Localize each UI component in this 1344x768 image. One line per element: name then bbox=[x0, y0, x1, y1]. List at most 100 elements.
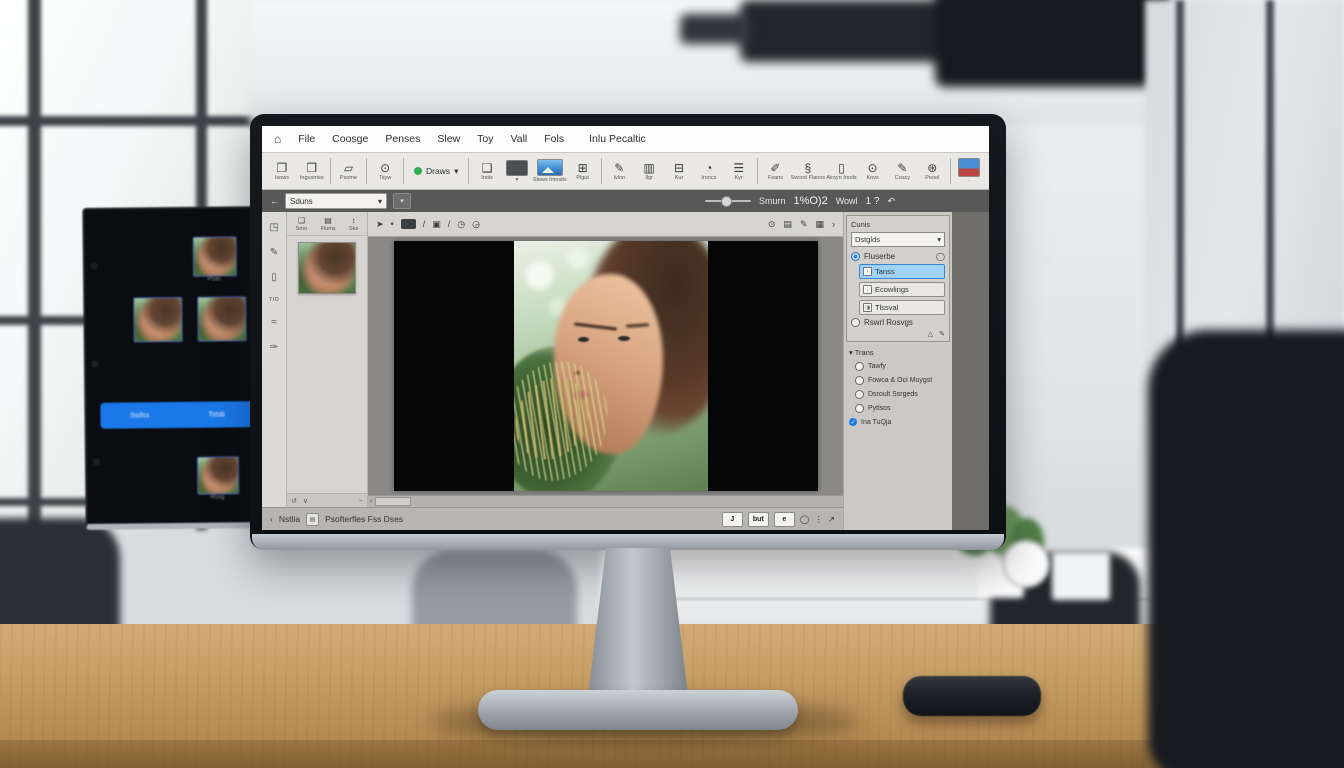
rotate-left-icon[interactable]: ◷ bbox=[457, 219, 465, 230]
back-arrow-icon[interactable]: ← bbox=[270, 196, 279, 206]
side-display-icon[interactable]: ▤ bbox=[92, 360, 99, 368]
document-thumbnail[interactable] bbox=[298, 242, 356, 294]
edit-doc-button[interactable]: ✎ Ivloo bbox=[605, 162, 633, 181]
radio-icon[interactable] bbox=[855, 404, 864, 413]
preset-button-1[interactable]: › Tanss bbox=[859, 264, 945, 279]
side-display-icon[interactable]: ▤ bbox=[91, 262, 98, 270]
layout-button[interactable]: ⊞ Plgut bbox=[569, 162, 597, 181]
wheel-button[interactable]: ⊛ Peool bbox=[918, 162, 946, 181]
status-button-1[interactable]: J bbox=[722, 512, 743, 527]
option-radio-row[interactable]: Pytlsos bbox=[855, 404, 947, 413]
asset-thumbnail[interactable] bbox=[193, 236, 237, 276]
folder-button[interactable]: ▱ Psome bbox=[335, 162, 363, 181]
menu-item[interactable]: Fols bbox=[544, 133, 564, 145]
mode-dropdown[interactable]: Draws ▾ bbox=[408, 166, 464, 177]
gauge-button[interactable]: ◔ Ironcs bbox=[695, 162, 723, 181]
show-images-button[interactable]: Slews Imosits bbox=[533, 159, 567, 183]
zoom-slider[interactable] bbox=[705, 200, 751, 202]
asset-thumbnail[interactable] bbox=[197, 456, 239, 494]
status-button-3[interactable]: e bbox=[774, 512, 795, 527]
radio-icon[interactable] bbox=[855, 376, 864, 385]
radio-icon[interactable] bbox=[855, 362, 864, 371]
edit-icon[interactable]: ✎ bbox=[939, 330, 945, 338]
selection-bar-label[interactable]: Ssdss bbox=[130, 412, 149, 419]
reset-radio[interactable] bbox=[851, 318, 860, 327]
expand-icon[interactable]: ↗ bbox=[828, 514, 835, 525]
status-tab-label[interactable]: Nstlia bbox=[279, 514, 300, 524]
menu-item[interactable]: Penses bbox=[385, 133, 420, 145]
presets-radio[interactable] bbox=[851, 252, 860, 261]
scroll-left-icon[interactable]: ‹ bbox=[370, 498, 372, 505]
option-radio-row[interactable]: Dsroult Ssrgeds bbox=[855, 390, 947, 399]
zoom-tool-button[interactable]: ⊙ Tsyw bbox=[371, 162, 399, 181]
option-checked-row[interactable]: ✓ Ina TuQja bbox=[849, 418, 947, 426]
section-collapse-icon[interactable]: ▾ bbox=[849, 348, 853, 357]
save-button[interactable]: ❐ Isows bbox=[268, 162, 296, 181]
chevron-right-icon[interactable]: › bbox=[832, 219, 835, 229]
asset-thumbnail[interactable] bbox=[133, 297, 182, 343]
crop-tool-icon[interactable]: ◳ bbox=[269, 222, 278, 233]
status-button-2[interactable]: but bbox=[748, 512, 769, 527]
color-swatch-button[interactable]: ▾ bbox=[503, 160, 531, 183]
selection-bar[interactable]: Ssdss Tstsb bbox=[100, 401, 254, 429]
size-column[interactable]: ↕ Sks bbox=[349, 216, 358, 232]
checkmark-icon[interactable]: ✓ bbox=[849, 418, 857, 426]
import-button[interactable]: ❒ Ingusmes bbox=[298, 162, 326, 181]
asset-thumbnail[interactable] bbox=[197, 296, 246, 342]
preset-button-3[interactable]: ◨ Tlssval bbox=[859, 300, 945, 315]
undo-icon[interactable]: ↶ bbox=[887, 196, 895, 207]
pencil-icon[interactable]: ✎ bbox=[800, 219, 808, 230]
pen-tool-icon[interactable]: ✎ bbox=[270, 247, 278, 258]
options-menu-button[interactable]: ▾ bbox=[393, 193, 411, 209]
option-radio-row[interactable]: Tawfy bbox=[855, 362, 947, 371]
image-icon[interactable]: ▦ bbox=[815, 219, 824, 230]
rotate-right-icon[interactable]: ◶ bbox=[472, 219, 480, 230]
brush-tool-icon[interactable]: ≈ bbox=[271, 317, 277, 328]
menu-item[interactable]: Slew bbox=[437, 133, 460, 145]
cursor-icon[interactable]: ➤ bbox=[376, 219, 384, 230]
kebab-menu-icon[interactable]: ⋮ bbox=[814, 514, 823, 525]
home-icon[interactable]: ⌂ bbox=[274, 132, 281, 146]
collapse-icon[interactable]: – bbox=[359, 497, 363, 504]
back-icon[interactable]: ‹ bbox=[270, 514, 273, 524]
canvas-viewport[interactable] bbox=[368, 237, 843, 495]
slider-knob[interactable] bbox=[721, 196, 732, 207]
columns-button[interactable]: ▥ Ilgr bbox=[635, 162, 663, 181]
menu-item-file[interactable]: File bbox=[298, 133, 315, 145]
horizontal-scrollbar[interactable]: ‹ bbox=[368, 495, 843, 507]
menu-item[interactable]: Toy bbox=[477, 133, 493, 145]
chevron-down-icon[interactable]: ∨ bbox=[303, 497, 308, 505]
line-tool-icon[interactable]: ✑ bbox=[270, 342, 278, 353]
pen-button[interactable]: ✎ Coscy bbox=[889, 162, 917, 181]
preset-combo[interactable]: Sduns ▾ bbox=[285, 193, 387, 209]
pencil-button[interactable]: ✐ Fsans bbox=[762, 162, 790, 181]
refresh-icon[interactable]: ◯ bbox=[936, 252, 945, 261]
menu-item[interactable]: Vall bbox=[511, 133, 528, 145]
page-tool-icon[interactable]: ▯ bbox=[271, 272, 277, 283]
text-tool-icon[interactable]: TID bbox=[269, 297, 279, 303]
attach-button[interactable]: § Swcrel Flanos bbox=[791, 162, 824, 181]
preset-button-2[interactable]: ⋮ Ecowlings bbox=[859, 282, 945, 297]
image-icon[interactable]: ▣ bbox=[432, 219, 441, 230]
option-radio-row[interactable]: Fowca & Oci Muygst bbox=[855, 376, 947, 385]
radio-icon[interactable] bbox=[855, 390, 864, 399]
side-display-icon[interactable]: ▤ bbox=[93, 458, 100, 466]
screen-icon[interactable] bbox=[401, 219, 416, 229]
alert-icon[interactable]: △ bbox=[928, 330, 933, 338]
search-icon[interactable]: ⊙ bbox=[768, 219, 776, 230]
refresh-icon[interactable]: ↺ bbox=[291, 497, 297, 505]
scrollbar-thumb[interactable] bbox=[375, 497, 411, 506]
menu-item[interactable]: Coosge bbox=[332, 133, 368, 145]
table-button[interactable]: ⊟ Kur bbox=[665, 162, 693, 181]
photo-mode-button[interactable]: · bbox=[955, 158, 983, 184]
thumbs-column[interactable]: ▤ Flums bbox=[321, 216, 336, 232]
preset-select[interactable]: Dstglds ▾ bbox=[851, 232, 945, 247]
new-page-button[interactable]: ❏ Inols bbox=[473, 162, 501, 181]
search-button[interactable]: ⊙ Kovs bbox=[859, 162, 887, 181]
document-icon[interactable]: ▤ bbox=[783, 219, 792, 230]
sliders-button[interactable]: ☰ Kyr bbox=[725, 162, 753, 181]
circle-icon[interactable]: ◯ bbox=[800, 514, 810, 525]
sort-column[interactable]: ❏ Smo bbox=[296, 216, 307, 232]
device-button[interactable]: ▯ Airsyn Irools bbox=[826, 162, 856, 181]
selection-bar-label[interactable]: Tstsb bbox=[208, 411, 224, 418]
